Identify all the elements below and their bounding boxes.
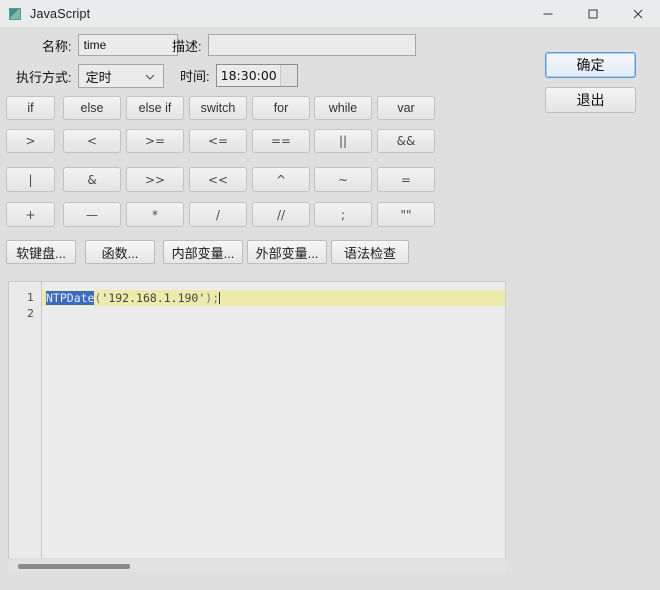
keypad-button-comment[interactable]: // [252,202,310,227]
close-icon[interactable] [615,0,660,27]
javascript-icon [9,7,21,20]
code-token-semicolon: ; [212,291,220,305]
exit-button[interactable]: 退出 [545,87,636,113]
time-field-group: 时间: 18:30:00 [180,64,298,87]
keypad-button-bitwise-and[interactable]: & [63,167,121,192]
keypad-button-assign[interactable]: = [377,167,435,192]
keypad-button-else[interactable]: else [63,96,121,120]
javascript-script-editor-window: JavaScript 名称: time 描述: 执行方式: 定时 时间: 18:… [0,0,660,590]
time-input[interactable]: 18:30:00 [215,64,298,87]
keypad-button-greater-than[interactable]: > [6,129,55,153]
chevron-down-icon [145,69,155,84]
minimize-icon[interactable] [525,0,570,27]
line-number: 1 [27,291,34,304]
keypad-button-switch[interactable]: switch [189,96,247,120]
keypad-button-shift-right[interactable]: >> [126,167,184,192]
mode-select-value: 定时 [85,69,112,85]
description-label: 描述: [172,38,202,54]
editor-horizontal-scrollbar-thumb[interactable] [18,564,130,569]
keypad-button-less-than[interactable]: < [63,129,121,153]
keypad-button-less-or-equal[interactable]: <= [189,129,247,153]
syntax-check-button[interactable]: 语法检查 [331,240,409,264]
name-field-group: 名称: time [42,34,178,56]
title-bar: JavaScript [0,0,660,27]
keypad-button-shift-left[interactable]: << [189,167,247,192]
keypad-button-for[interactable]: for [252,96,310,120]
maximize-icon[interactable] [570,0,615,27]
code-line[interactable]: NTPDate('192.168.1.190'); [42,290,505,306]
line-number-gutter: 1 2 [9,282,42,558]
keypad-button-semicolon[interactable]: ; [314,202,372,227]
code-token-string: '192.168.1.190' [101,291,206,305]
time-spinner[interactable] [279,65,297,86]
keypad-button-minus[interactable]: — [63,202,121,227]
code-line[interactable] [42,306,505,322]
keypad-button-else-if[interactable]: else if [126,96,184,120]
text-caret [219,292,221,304]
keypad-button-equality[interactable]: == [252,129,310,153]
internal-variables-button[interactable]: 内部变量... [163,240,243,264]
keypad-button-quotes[interactable]: "" [377,202,435,227]
time-input-value: 18:30:00 [220,68,277,83]
keypad-button-multiply[interactable]: * [126,202,184,227]
keypad-button-bitwise-or[interactable]: | [6,167,55,192]
functions-button[interactable]: 函数... [85,240,155,264]
keypad-button-plus[interactable]: + [6,202,55,227]
line-number: 2 [27,307,34,320]
keypad-button-if[interactable]: if [6,96,55,120]
description-input[interactable] [207,34,416,56]
mode-label: 执行方式: [16,69,72,85]
mode-select[interactable]: 定时 [77,64,164,88]
keypad-button-logical-and[interactable]: && [377,129,435,153]
keypad-button-while[interactable]: while [314,96,372,120]
keypad-button-logical-or[interactable]: || [314,129,372,153]
soft-keyboard-button[interactable]: 软键盘... [6,240,76,264]
time-label: 时间: [180,69,210,84]
window-title: JavaScript [30,6,91,21]
description-field-group: 描述: [172,34,416,56]
code-text-area[interactable]: NTPDate('192.168.1.190'); [42,282,505,558]
keypad-button-divide[interactable]: / [189,202,247,227]
keypad-button-greater-or-equal[interactable]: >= [126,129,184,153]
name-label: 名称: [42,38,72,54]
code-token-identifier: NTPDate [46,291,95,305]
external-variables-button[interactable]: 外部变量... [247,240,327,264]
confirm-button[interactable]: 确定 [545,52,636,78]
window-controls [525,0,660,27]
keypad-button-var[interactable]: var [377,96,435,120]
mode-field-group: 执行方式: 定时 [16,64,164,88]
code-editor[interactable]: 1 2 NTPDate('192.168.1.190'); [8,281,506,558]
keypad-button-caret[interactable]: ^ [252,167,310,192]
keypad-button-tilde[interactable]: ~ [314,167,372,192]
name-input[interactable]: time [77,34,178,56]
